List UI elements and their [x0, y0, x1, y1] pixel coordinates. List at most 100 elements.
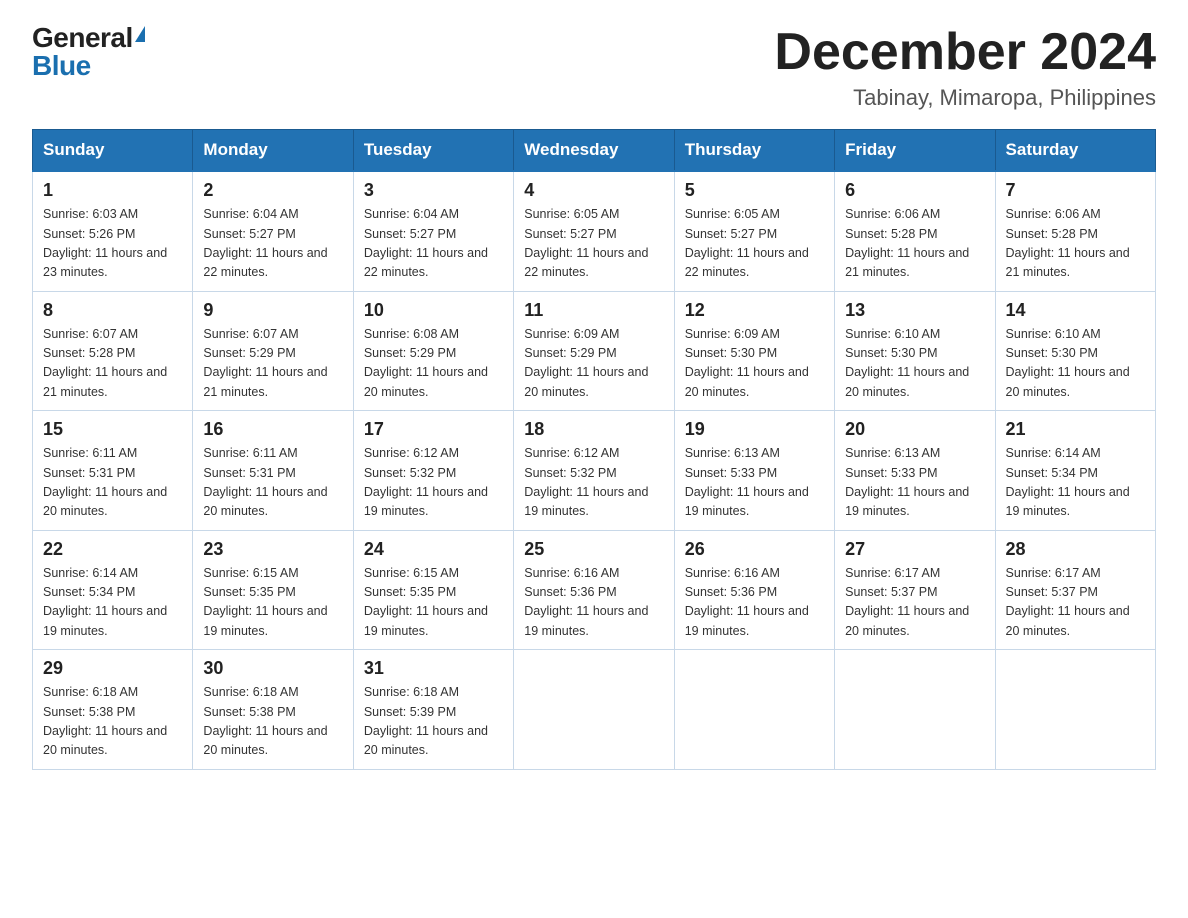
day-number: 3: [364, 180, 503, 201]
day-number: 28: [1006, 539, 1145, 560]
calendar-cell: 6Sunrise: 6:06 AMSunset: 5:28 PMDaylight…: [835, 171, 995, 291]
calendar-cell: 29 Sunrise: 6:18 AMSunset: 5:38 PMDayligh…: [33, 650, 193, 770]
day-info: Sunrise: 6:08 AMSunset: 5:29 PMDaylight:…: [364, 325, 503, 403]
day-info: Sunrise: 6:04 AMSunset: 5:27 PMDaylight:…: [203, 205, 342, 283]
day-number: 29: [43, 658, 182, 679]
day-info: Sunrise: 6:15 AMSunset: 5:35 PMDaylight:…: [203, 564, 342, 642]
calendar-cell: 16 Sunrise: 6:11 AMSunset: 5:31 PMDayligh…: [193, 411, 353, 531]
calendar-cell: [514, 650, 674, 770]
day-number: 30: [203, 658, 342, 679]
logo-blue: Blue: [32, 50, 91, 81]
calendar-cell: 19Sunrise: 6:13 AMSunset: 5:33 PMDayligh…: [674, 411, 834, 531]
logo-triangle-icon: [135, 26, 145, 42]
calendar-cell: 3 Sunrise: 6:04 AMSunset: 5:27 PMDaylight…: [353, 171, 513, 291]
calendar-row-3: 15 Sunrise: 6:11 AMSunset: 5:31 PMDayligh…: [33, 411, 1156, 531]
day-info: Sunrise: 6:05 AMSunset: 5:27 PMDaylight:…: [685, 205, 824, 283]
calendar-cell: 18Sunrise: 6:12 AMSunset: 5:32 PMDayligh…: [514, 411, 674, 531]
calendar-header: SundayMondayTuesdayWednesdayThursdayFrid…: [33, 130, 1156, 172]
day-info: Sunrise: 6:06 AMSunset: 5:28 PMDaylight:…: [845, 205, 984, 283]
day-info: Sunrise: 6:11 AMSunset: 5:31 PMDaylight:…: [43, 444, 182, 522]
calendar-cell: 1 Sunrise: 6:03 AMSunset: 5:26 PMDaylight…: [33, 171, 193, 291]
day-number: 15: [43, 419, 182, 440]
day-info: Sunrise: 6:15 AMSunset: 5:35 PMDaylight:…: [364, 564, 503, 642]
calendar-cell: 28 Sunrise: 6:17 AMSunset: 5:37 PMDayligh…: [995, 530, 1155, 650]
day-info: Sunrise: 6:07 AMSunset: 5:29 PMDaylight:…: [203, 325, 342, 403]
calendar-table: SundayMondayTuesdayWednesdayThursdayFrid…: [32, 129, 1156, 770]
calendar-cell: 5 Sunrise: 6:05 AMSunset: 5:27 PMDaylight…: [674, 171, 834, 291]
day-info: Sunrise: 6:12 AMSunset: 5:32 PMDaylight:…: [364, 444, 503, 522]
day-info: Sunrise: 6:14 AMSunset: 5:34 PMDaylight:…: [43, 564, 182, 642]
day-number: 31: [364, 658, 503, 679]
calendar-row-5: 29 Sunrise: 6:18 AMSunset: 5:38 PMDayligh…: [33, 650, 1156, 770]
day-info: Sunrise: 6:09 AMSunset: 5:29 PMDaylight:…: [524, 325, 663, 403]
day-number: 22: [43, 539, 182, 560]
day-info: Sunrise: 6:04 AMSunset: 5:27 PMDaylight:…: [364, 205, 503, 283]
day-info: Sunrise: 6:18 AMSunset: 5:38 PMDaylight:…: [43, 683, 182, 761]
day-info: Sunrise: 6:10 AMSunset: 5:30 PMDaylight:…: [1006, 325, 1145, 403]
day-number: 23: [203, 539, 342, 560]
day-info: Sunrise: 6:07 AMSunset: 5:28 PMDaylight:…: [43, 325, 182, 403]
header-cell-wednesday: Wednesday: [514, 130, 674, 172]
calendar-cell: 25 Sunrise: 6:16 AMSunset: 5:36 PMDayligh…: [514, 530, 674, 650]
calendar-cell: [674, 650, 834, 770]
calendar-row-4: 22 Sunrise: 6:14 AMSunset: 5:34 PMDayligh…: [33, 530, 1156, 650]
day-info: Sunrise: 6:17 AMSunset: 5:37 PMDaylight:…: [1006, 564, 1145, 642]
day-info: Sunrise: 6:03 AMSunset: 5:26 PMDaylight:…: [43, 205, 182, 283]
calendar-cell: 8 Sunrise: 6:07 AMSunset: 5:28 PMDaylight…: [33, 291, 193, 411]
day-number: 7: [1006, 180, 1145, 201]
day-info: Sunrise: 6:13 AMSunset: 5:33 PMDaylight:…: [685, 444, 824, 522]
day-info: Sunrise: 6:09 AMSunset: 5:30 PMDaylight:…: [685, 325, 824, 403]
day-number: 10: [364, 300, 503, 321]
calendar-cell: 22 Sunrise: 6:14 AMSunset: 5:34 PMDayligh…: [33, 530, 193, 650]
logo-general: General: [32, 24, 133, 52]
calendar-cell: 10 Sunrise: 6:08 AMSunset: 5:29 PMDayligh…: [353, 291, 513, 411]
calendar-cell: 30 Sunrise: 6:18 AMSunset: 5:38 PMDayligh…: [193, 650, 353, 770]
day-info: Sunrise: 6:11 AMSunset: 5:31 PMDaylight:…: [203, 444, 342, 522]
header-row: SundayMondayTuesdayWednesdayThursdayFrid…: [33, 130, 1156, 172]
calendar-cell: 27Sunrise: 6:17 AMSunset: 5:37 PMDayligh…: [835, 530, 995, 650]
day-number: 25: [524, 539, 663, 560]
calendar-cell: 17 Sunrise: 6:12 AMSunset: 5:32 PMDayligh…: [353, 411, 513, 531]
day-number: 4: [524, 180, 663, 201]
calendar-cell: 14 Sunrise: 6:10 AMSunset: 5:30 PMDayligh…: [995, 291, 1155, 411]
day-number: 16: [203, 419, 342, 440]
calendar-cell: 15 Sunrise: 6:11 AMSunset: 5:31 PMDayligh…: [33, 411, 193, 531]
day-info: Sunrise: 6:10 AMSunset: 5:30 PMDaylight:…: [845, 325, 984, 403]
day-number: 2: [203, 180, 342, 201]
day-number: 26: [685, 539, 824, 560]
day-number: 27: [845, 539, 984, 560]
day-info: Sunrise: 6:06 AMSunset: 5:28 PMDaylight:…: [1006, 205, 1145, 283]
page-header: General Blue December 2024 Tabinay, Mima…: [32, 24, 1156, 111]
day-number: 11: [524, 300, 663, 321]
month-title: December 2024: [774, 24, 1156, 81]
day-info: Sunrise: 6:12 AMSunset: 5:32 PMDaylight:…: [524, 444, 663, 522]
day-number: 1: [43, 180, 182, 201]
day-number: 8: [43, 300, 182, 321]
location-subtitle: Tabinay, Mimaropa, Philippines: [774, 85, 1156, 111]
day-number: 14: [1006, 300, 1145, 321]
logo: General Blue: [32, 24, 145, 80]
day-info: Sunrise: 6:16 AMSunset: 5:36 PMDaylight:…: [685, 564, 824, 642]
calendar-cell: 20 Sunrise: 6:13 AMSunset: 5:33 PMDayligh…: [835, 411, 995, 531]
day-number: 17: [364, 419, 503, 440]
calendar-cell: 2 Sunrise: 6:04 AMSunset: 5:27 PMDaylight…: [193, 171, 353, 291]
calendar-cell: 26 Sunrise: 6:16 AMSunset: 5:36 PMDayligh…: [674, 530, 834, 650]
day-number: 5: [685, 180, 824, 201]
calendar-cell: [995, 650, 1155, 770]
calendar-cell: 7 Sunrise: 6:06 AMSunset: 5:28 PMDaylight…: [995, 171, 1155, 291]
calendar-cell: 11 Sunrise: 6:09 AMSunset: 5:29 PMDayligh…: [514, 291, 674, 411]
header-cell-thursday: Thursday: [674, 130, 834, 172]
header-cell-tuesday: Tuesday: [353, 130, 513, 172]
day-number: 24: [364, 539, 503, 560]
calendar-cell: [835, 650, 995, 770]
calendar-cell: 23 Sunrise: 6:15 AMSunset: 5:35 PMDayligh…: [193, 530, 353, 650]
day-info: Sunrise: 6:18 AMSunset: 5:38 PMDaylight:…: [203, 683, 342, 761]
calendar-cell: 13Sunrise: 6:10 AMSunset: 5:30 PMDayligh…: [835, 291, 995, 411]
title-block: December 2024 Tabinay, Mimaropa, Philipp…: [774, 24, 1156, 111]
calendar-cell: 12Sunrise: 6:09 AMSunset: 5:30 PMDayligh…: [674, 291, 834, 411]
calendar-body: 1 Sunrise: 6:03 AMSunset: 5:26 PMDaylight…: [33, 171, 1156, 769]
day-info: Sunrise: 6:13 AMSunset: 5:33 PMDaylight:…: [845, 444, 984, 522]
day-info: Sunrise: 6:16 AMSunset: 5:36 PMDaylight:…: [524, 564, 663, 642]
header-cell-friday: Friday: [835, 130, 995, 172]
day-number: 20: [845, 419, 984, 440]
